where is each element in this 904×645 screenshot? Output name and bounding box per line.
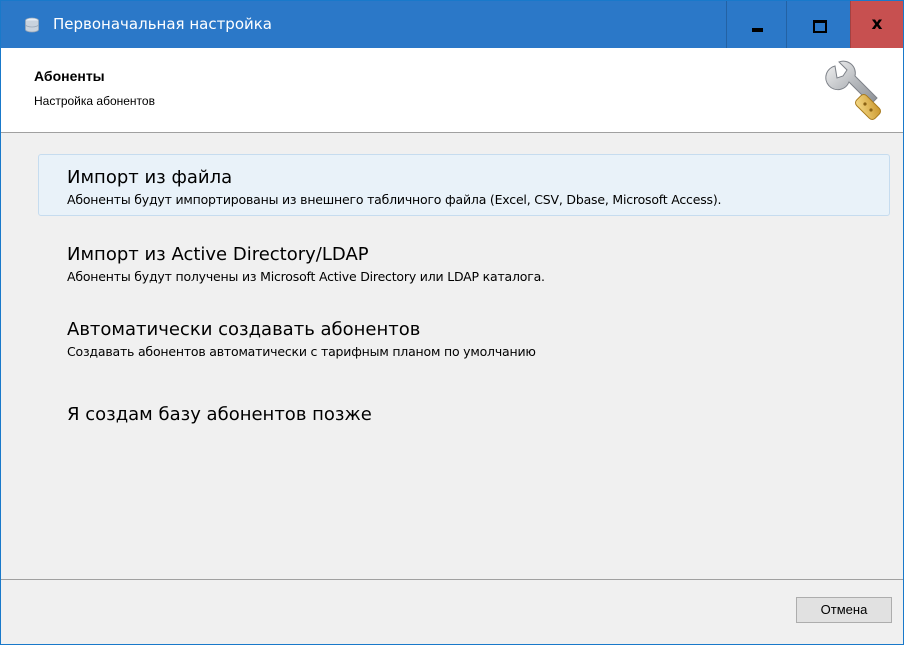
minimize-icon: [752, 28, 763, 32]
option-import-file[interactable]: Импорт из файла Абоненты будут импортиро…: [38, 154, 890, 216]
option-auto-create[interactable]: Автоматически создавать абонентов Создав…: [38, 306, 890, 368]
wrench-icon: [825, 60, 881, 120]
option-title: Импорт из файла: [67, 167, 233, 188]
page-subtitle: Настройка абонентов: [34, 94, 155, 108]
option-later[interactable]: Я создам базу абонентов позже: [38, 391, 890, 453]
minimize-button[interactable]: [726, 1, 786, 48]
option-title: Импорт из Active Directory/LDAP: [67, 244, 369, 265]
close-icon: x: [871, 14, 883, 34]
option-title: Автоматически создавать абонентов: [67, 319, 421, 340]
wizard-footer: Отмена: [1, 579, 903, 644]
database-icon: [25, 17, 39, 33]
maximize-icon: [813, 20, 827, 33]
option-description: Абоненты будут получены из Microsoft Act…: [67, 269, 545, 284]
wizard-header: Абоненты Настройка абонентов: [1, 48, 903, 133]
option-title: Я создам базу абонентов позже: [67, 404, 372, 425]
option-import-ldap[interactable]: Импорт из Active Directory/LDAP Абоненты…: [38, 231, 890, 293]
window-title: Первоначальная настройка: [53, 15, 273, 33]
title-bar[interactable]: Первоначальная настройка x: [1, 1, 903, 48]
options-panel: Импорт из файла Абоненты будут импортиро…: [1, 133, 903, 579]
option-description: Создавать абонентов автоматически с тари…: [67, 344, 536, 359]
page-title: Абоненты: [34, 68, 105, 84]
maximize-button[interactable]: [786, 1, 850, 48]
option-description: Абоненты будут импортированы из внешнего…: [67, 192, 722, 207]
setup-window: Первоначальная настройка x Абоненты Наст…: [0, 0, 904, 645]
close-button[interactable]: x: [850, 1, 903, 48]
cancel-button[interactable]: Отмена: [796, 597, 892, 623]
